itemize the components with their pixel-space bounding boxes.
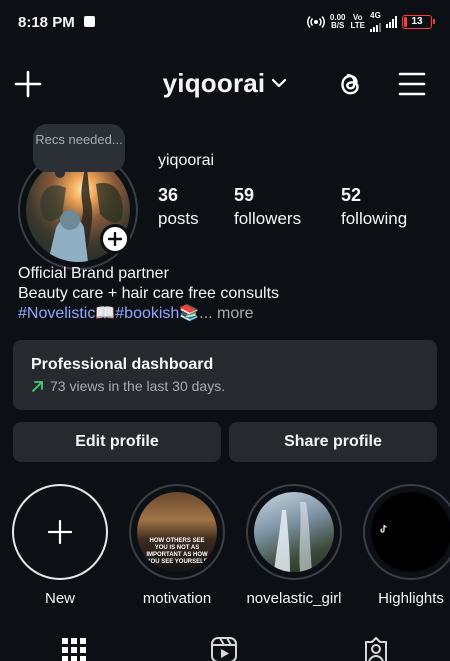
bio-line-2: Beauty care + hair care free consults bbox=[18, 285, 280, 302]
chevron-down-icon bbox=[272, 79, 287, 88]
tagged-icon[interactable] bbox=[362, 636, 390, 661]
battery-icon: 13 bbox=[402, 15, 435, 29]
highlight-cover-text: HOW OTHERS SEE YOU IS NOT AS IMPORTANT A… bbox=[146, 538, 208, 565]
net-speed: 0.00 B/S bbox=[329, 13, 346, 30]
highlight-label: Highlights bbox=[378, 590, 444, 607]
new-highlight-circle bbox=[12, 484, 108, 580]
status-icons: 0.00 B/S Vo LTE 4G 13 bbox=[306, 12, 435, 32]
highlight-label: motivation bbox=[142, 590, 212, 607]
threads-icon[interactable] bbox=[334, 68, 366, 100]
battery-level: 13 bbox=[411, 16, 423, 27]
status-bar: 8:18 PM 0.00 B/S Vo LTE 4G 13 bbox=[0, 0, 450, 44]
share-profile-button[interactable]: Share profile bbox=[229, 422, 437, 462]
more-link[interactable]: ... more bbox=[199, 305, 253, 322]
bio-line-1: Official Brand partner bbox=[18, 265, 169, 282]
signal-icon bbox=[370, 20, 381, 32]
stat-following[interactable]: 52 following bbox=[341, 184, 407, 230]
dashboard-subtitle: 73 views in the last 30 days. bbox=[31, 378, 419, 394]
highlight-novelastic-girl[interactable]: novelastic_girl bbox=[246, 484, 342, 607]
header-username: yiqoorai bbox=[162, 68, 266, 98]
highlight-highlights[interactable]: Highlights bbox=[363, 484, 450, 607]
account-switcher[interactable]: yiqoorai bbox=[0, 68, 450, 99]
highlight-label: novelastic_girl bbox=[246, 590, 342, 607]
notification-icon bbox=[84, 16, 95, 27]
dashboard-title: Professional dashboard bbox=[31, 356, 214, 373]
profile-note[interactable]: Recs needed... bbox=[33, 124, 125, 178]
network-indicator: 4G bbox=[370, 12, 381, 32]
highlight-label: New bbox=[44, 590, 75, 607]
profile-tabs bbox=[0, 630, 450, 661]
edit-profile-button[interactable]: Edit profile bbox=[13, 422, 221, 462]
highlight-cover bbox=[371, 492, 450, 572]
menu-icon[interactable] bbox=[398, 70, 426, 98]
trend-up-icon bbox=[32, 380, 43, 392]
hashtag-link-bookish[interactable]: #bookish📚 bbox=[115, 305, 199, 322]
highlight-cover bbox=[254, 492, 334, 572]
volte-indicator: Vo LTE bbox=[350, 13, 365, 30]
tiktok-icon bbox=[380, 524, 387, 533]
stat-followers[interactable]: 59 followers bbox=[234, 184, 301, 230]
profile-header: yiqoorai bbox=[0, 62, 450, 106]
signal-icon-2 bbox=[386, 16, 397, 28]
add-story-icon[interactable] bbox=[100, 224, 130, 254]
profile-name: yiqoorai bbox=[158, 152, 215, 169]
plus-icon bbox=[47, 519, 73, 545]
hashtag-link-novelistic[interactable]: #Novelistic📖 bbox=[18, 305, 115, 322]
highlight-cover: HOW OTHERS SEE YOU IS NOT AS IMPORTANT A… bbox=[137, 492, 217, 572]
highlight-new[interactable]: New bbox=[12, 484, 108, 607]
highlight-motivation[interactable]: HOW OTHERS SEE YOU IS NOT AS IMPORTANT A… bbox=[129, 484, 225, 607]
professional-dashboard[interactable]: Professional dashboard 73 views in the l… bbox=[13, 340, 437, 410]
hotspot-icon bbox=[306, 15, 325, 29]
status-time: 8:18 PM bbox=[18, 14, 75, 31]
stat-posts[interactable]: 36 posts bbox=[158, 184, 199, 230]
reels-icon[interactable] bbox=[210, 636, 238, 661]
grid-icon[interactable] bbox=[60, 636, 88, 661]
profile-bio: Official Brand partner Beauty care + hai… bbox=[18, 264, 438, 324]
bio-line-3: #Novelistic📖#bookish📚... more bbox=[18, 304, 438, 324]
